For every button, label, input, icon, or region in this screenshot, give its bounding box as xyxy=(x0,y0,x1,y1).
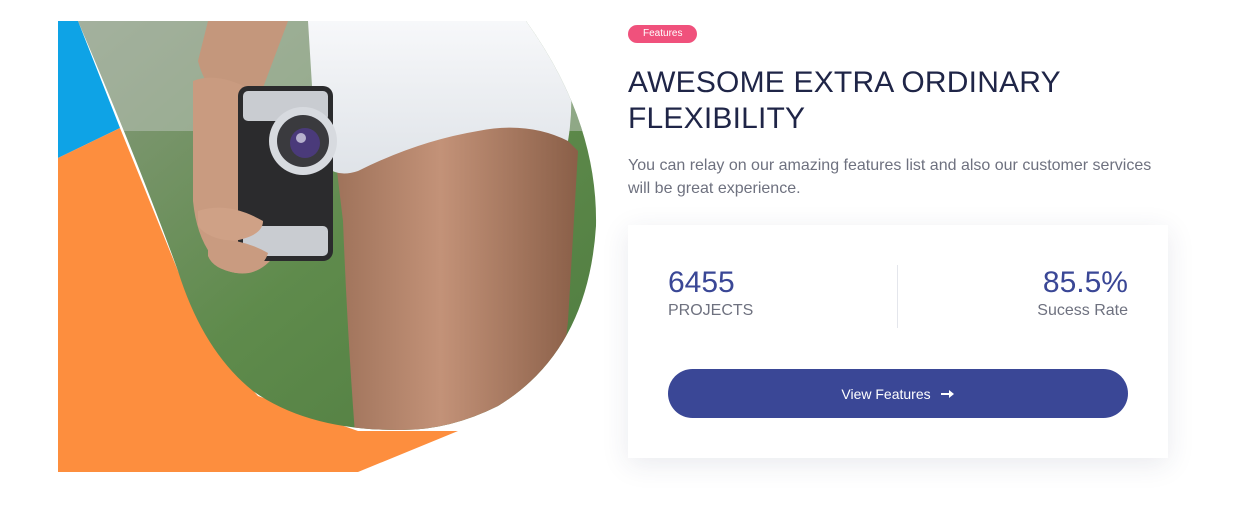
stat-label: Sucess Rate xyxy=(1037,302,1128,319)
stat-success-rate: 85.5% Sucess Rate xyxy=(1037,265,1128,321)
features-content: Features AWESOME EXTRA ORDINARY FLEXIBIL… xyxy=(628,23,1168,200)
stats-divider xyxy=(897,265,898,328)
stats-card: 6455 PROJECTS 85.5% Sucess Rate View Fea… xyxy=(628,225,1168,458)
stat-projects: 6455 PROJECTS xyxy=(668,265,753,321)
section-headline: AWESOME EXTRA ORDINARY FLEXIBILITY xyxy=(628,66,1061,135)
features-badge: Features xyxy=(628,25,698,43)
section-description: You can relay on our amazing features li… xyxy=(628,157,1152,197)
view-features-button[interactable]: View Features xyxy=(668,369,1128,418)
stat-value: 6455 xyxy=(668,266,735,299)
stat-label: PROJECTS xyxy=(668,302,754,319)
features-section: Features AWESOME EXTRA ORDINARY FLEXIBIL… xyxy=(0,0,1235,516)
view-features-label: View Features xyxy=(841,385,931,402)
hero-image xyxy=(58,21,598,472)
stat-value: 85.5% xyxy=(1042,266,1128,299)
arrow-right-icon xyxy=(940,389,955,399)
